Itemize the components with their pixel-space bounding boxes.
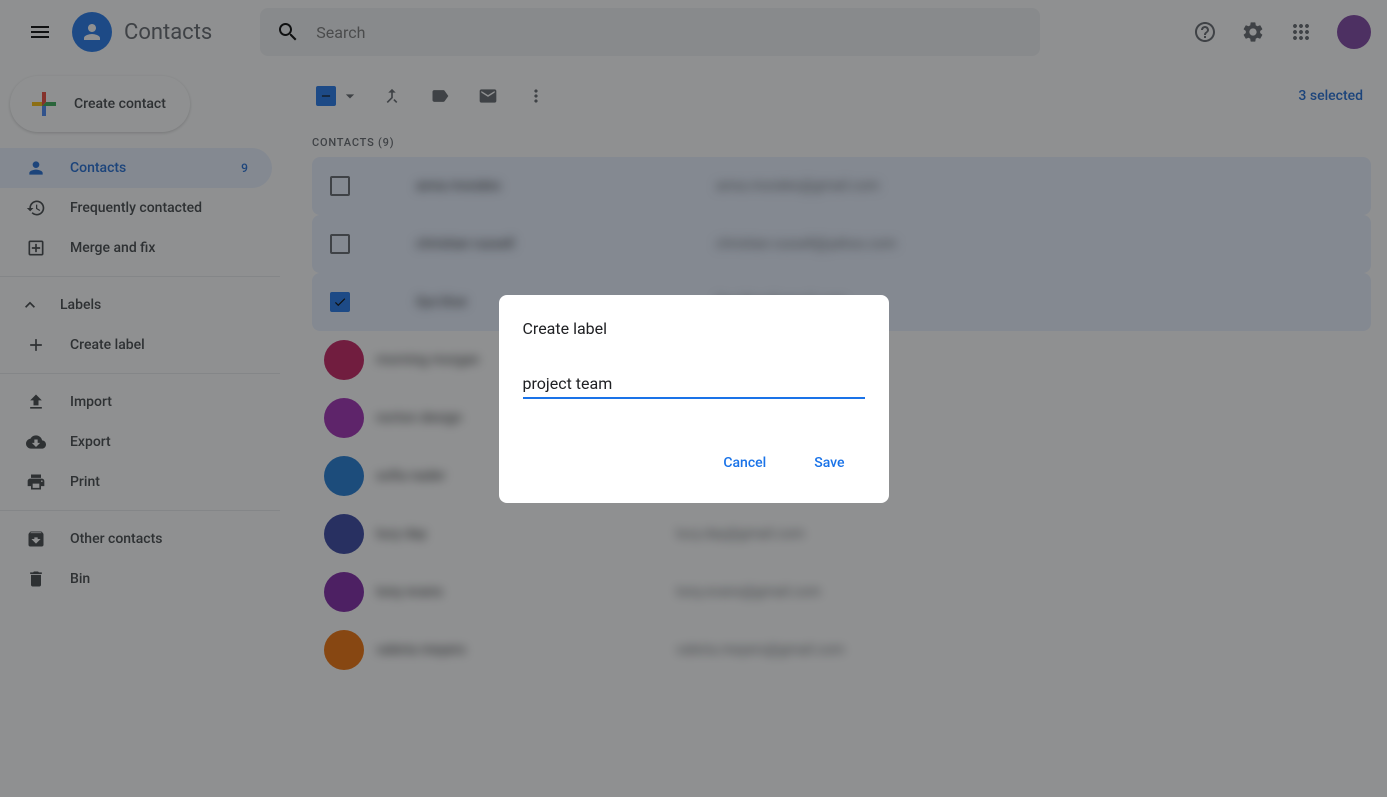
cancel-button[interactable]: Cancel: [703, 447, 786, 479]
modal-overlay: Create label Cancel Save: [0, 0, 1387, 797]
label-name-input[interactable]: [523, 370, 865, 399]
create-label-dialog: Create label Cancel Save: [499, 295, 889, 503]
save-button[interactable]: Save: [794, 447, 864, 479]
dialog-title: Create label: [523, 319, 865, 338]
